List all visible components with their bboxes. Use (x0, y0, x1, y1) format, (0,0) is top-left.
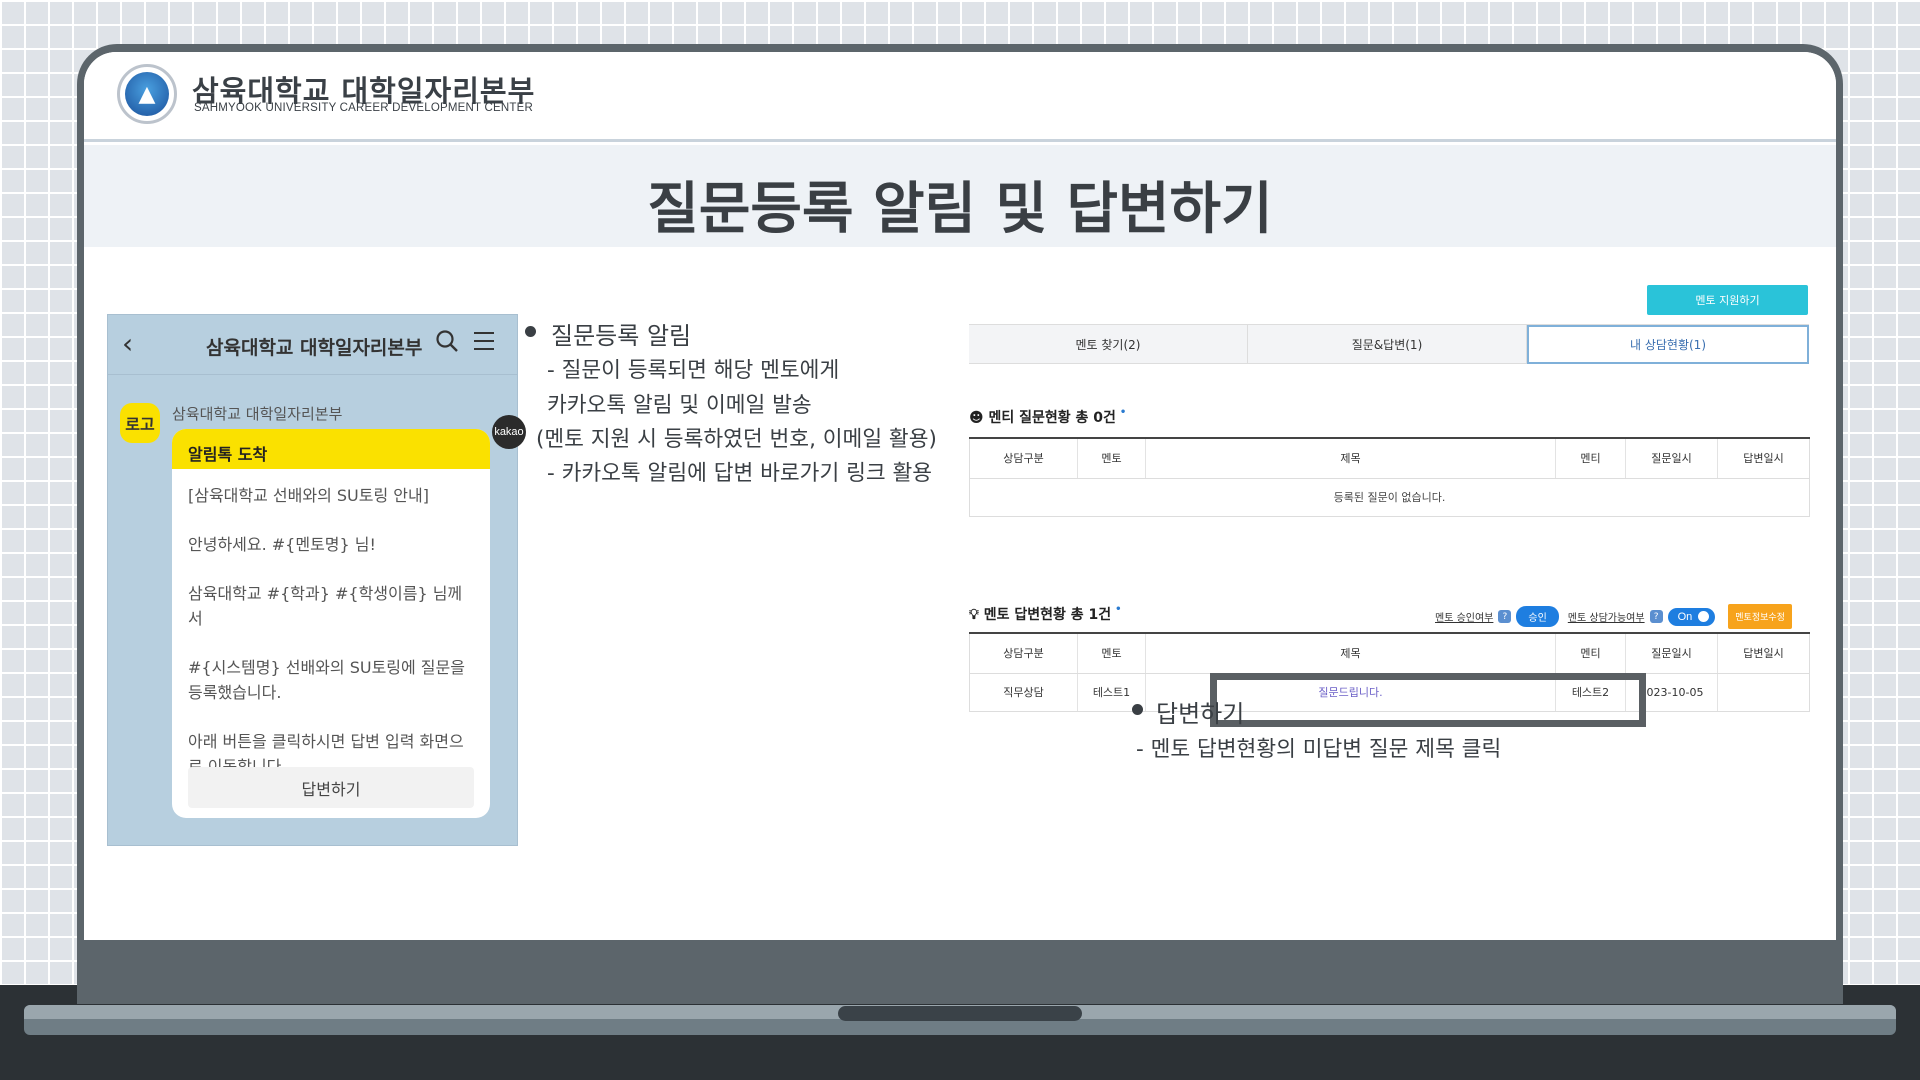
empty-message: 등록된 질문이 없습니다. (969, 478, 1810, 517)
notify-line: (멘토 지원 시 등록하였던 번호, 이메일 활용) (536, 427, 937, 452)
toggle-knob (1698, 611, 1710, 622)
availability-toggle[interactable]: On (1667, 607, 1716, 626)
org-name-en: SAHMYOOK UNIVERSITY CAREER DEVELOPMENT C… (194, 102, 533, 114)
mentor-section-heading: 💡︎ 멘토 답변현황 총 1건 • (969, 604, 1122, 624)
university-logo-icon[interactable]: ▲ (117, 64, 177, 124)
mentee-section-heading: ☻ 멘티 질문현황 총 0건 • (969, 407, 1126, 427)
answer-line: - 멘토 답변현황의 미답변 질문 제목 클릭 (1136, 737, 1502, 762)
column-header: 질문일시 (1625, 633, 1718, 674)
help-icon[interactable]: ? (1649, 610, 1663, 623)
approval-status-badge: 승인 (1516, 606, 1559, 627)
answer-button[interactable]: 답변하기 (188, 767, 474, 808)
tab-qna[interactable]: 질문&답변(1) (1248, 325, 1527, 364)
notify-heading: 질문등록 알림 (551, 322, 692, 350)
column-header: 멘토 (1077, 438, 1146, 479)
apply-mentor-button[interactable]: 멘토 지원하기 (1647, 285, 1808, 315)
edit-mentor-info-button[interactable]: 멘토정보수정 (1728, 604, 1792, 629)
laptop-notch (838, 1006, 1082, 1021)
info-dot-icon: • (1115, 604, 1122, 615)
alimtalk-line: [삼육대학교 선배와의 SU토링 안내] (188, 486, 429, 505)
alimtalk-line: #{시스템명} 선배와의 SU토링에 질문을 등록했습니다. (188, 658, 465, 702)
mentor-status-bar: 멘토 승인여부 ? 승인 멘토 상담가능여부 ? On 멘토정보수정 (1435, 604, 1792, 629)
answer-heading: 답변하기 (1156, 700, 1245, 728)
sender-name: 삼육대학교 대학일자리본부 (172, 405, 343, 423)
column-header: 멘티 (1555, 633, 1626, 674)
mentor-section-title: 멘토 답변현황 총 1건 (983, 607, 1112, 623)
column-header: 제목 (1145, 438, 1556, 479)
mentee-question-table: 상담구분 멘토 제목 멘티 질문일시 답변일시 등록된 질문이 없습니다. (969, 437, 1810, 517)
face-icon: ☻ (969, 410, 984, 426)
column-header: 상담구분 (969, 633, 1078, 674)
bullet-dot (1132, 704, 1143, 715)
site-header: ▲ 삼육대학교 대학일자리본부 SAHMYOOK UNIVERSITY CARE… (84, 52, 1836, 142)
kakao-badge-icon: kakao (492, 415, 526, 449)
mentee-section-title: 멘티 질문현황 총 0건 (988, 410, 1116, 426)
search-icon[interactable] (435, 329, 459, 353)
column-header: 답변일시 (1717, 633, 1810, 674)
alimtalk-bubble: 알림톡 도착 [삼육대학교 선배와의 SU토링 안내] 안녕하세요. #{멘토명… (172, 429, 490, 818)
info-dot-icon: • (1119, 407, 1127, 418)
notify-line: - 카카오톡 알림에 답변 바로가기 링크 활용 (547, 461, 933, 486)
alimtalk-line: 삼육대학교 #{학과} #{학생이름} 님께서 (188, 584, 463, 628)
kakao-top-bar: ‹ 삼육대학교 대학일자리본부 (108, 315, 517, 375)
lightbulb-icon: 💡︎ (969, 607, 979, 623)
page-title: 질문등록 알림 및 답변하기 (647, 177, 1273, 242)
column-header: 멘티 (1555, 438, 1626, 479)
kakao-chat-preview: ‹ 삼육대학교 대학일자리본부 로고 삼육대학교 대학일자리본부 알림톡 도착 … (107, 314, 526, 846)
alimtalk-body: [삼육대학교 선배와의 SU토링 안내] 안녕하세요. #{멘토명} 님! 삼육… (172, 469, 490, 779)
column-header: 질문일시 (1625, 438, 1718, 479)
cell-answered-date (1717, 673, 1810, 712)
tab-find-mentor[interactable]: 멘토 찾기(2) (969, 325, 1248, 364)
column-header: 상담구분 (969, 438, 1078, 479)
cell-type: 직무상담 (969, 673, 1078, 712)
laptop-chin (84, 940, 1836, 1004)
availability-label[interactable]: 멘토 상담가능여부 (1568, 609, 1645, 624)
alimtalk-line: 안녕하세요. #{멘토명} 님! (188, 535, 376, 554)
column-header: 제목 (1145, 633, 1556, 674)
sender-avatar: 로고 (120, 403, 160, 443)
tab-bar: 멘토 찾기(2) 질문&답변(1) 내 상담현황(1) (969, 324, 1809, 364)
alimtalk-title: 알림톡 도착 (172, 429, 490, 469)
highlight-box (1210, 673, 1646, 727)
back-arrow-icon[interactable]: ‹ (122, 327, 133, 360)
kakao-chat-title: 삼육대학교 대학일자리본부 (206, 337, 423, 359)
help-icon[interactable]: ? (1498, 610, 1512, 623)
toggle-label: On (1677, 610, 1693, 623)
laptop-screen: ▲ 삼육대학교 대학일자리본부 SAHMYOOK UNIVERSITY CARE… (84, 52, 1836, 940)
notify-line: - 질문이 등록되면 해당 멘토에게 (547, 358, 840, 383)
bullet-dot (525, 326, 536, 337)
column-header: 멘토 (1077, 633, 1146, 674)
menu-icon[interactable] (473, 331, 495, 351)
approval-label[interactable]: 멘토 승인여부 (1435, 609, 1493, 624)
column-header: 답변일시 (1717, 438, 1810, 479)
tab-my-consultation[interactable]: 내 상담현황(1) (1527, 325, 1809, 364)
notify-line: 카카오톡 알림 및 이메일 발송 (547, 393, 812, 418)
